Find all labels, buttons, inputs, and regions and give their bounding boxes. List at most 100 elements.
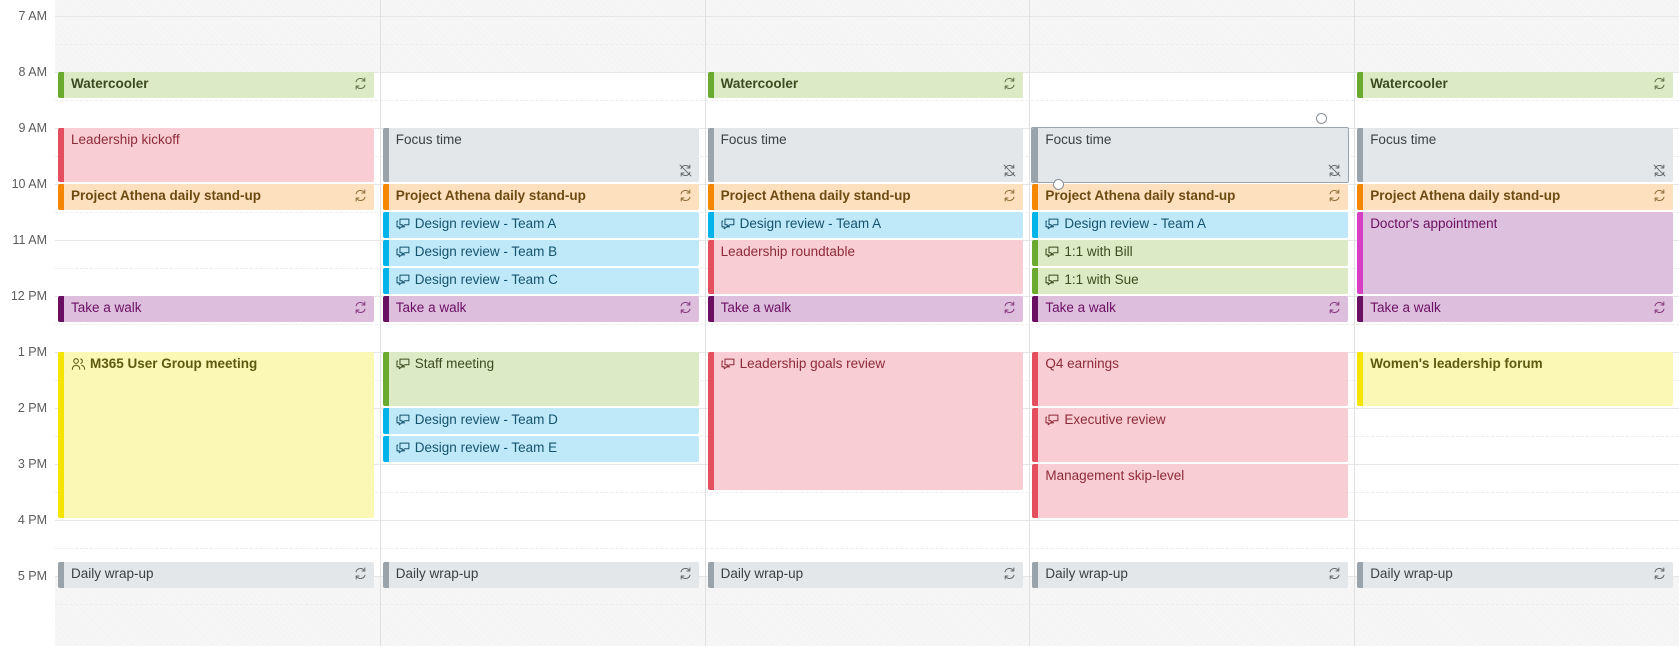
calendar-event[interactable]: Daily wrap-up	[1357, 562, 1673, 588]
event-body[interactable]: Watercooler	[1363, 72, 1673, 98]
calendar-event[interactable]: Leadership goals review	[708, 352, 1024, 490]
event-body[interactable]: Project Athena daily stand-up	[1038, 184, 1348, 210]
event-title-row: Leadership kickoff	[71, 132, 366, 148]
calendar-event[interactable]: Take a walk	[1032, 296, 1348, 322]
event-title: Design review - Team A	[740, 216, 882, 232]
calendar-event[interactable]: Daily wrap-up	[58, 562, 374, 588]
event-body[interactable]: Focus time	[714, 128, 1024, 182]
calendar-event[interactable]: Design review - Team B	[383, 240, 699, 266]
day-column-2[interactable]: Focus time Project Athena daily stand-up…	[380, 0, 705, 646]
event-body[interactable]: Focus time	[1038, 128, 1348, 182]
event-body[interactable]: Women's leadership forum	[1363, 352, 1673, 406]
event-body[interactable]: Take a walk	[1038, 296, 1348, 322]
calendar-event[interactable]: Take a walk	[383, 296, 699, 322]
event-body[interactable]: Daily wrap-up	[714, 562, 1024, 588]
event-body[interactable]: Watercooler	[714, 72, 1024, 98]
event-body[interactable]: Q4 earnings	[1038, 352, 1348, 406]
time-gutter: 7 AM8 AM9 AM10 AM11 AM12 PM1 PM2 PM3 PM4…	[0, 0, 55, 646]
calendar-event[interactable]: Design review - Team E	[383, 436, 699, 462]
calendar-event[interactable]: Executive review	[1032, 408, 1348, 462]
calendar-event[interactable]: Design review - Team C	[383, 268, 699, 294]
calendar-event[interactable]: Project Athena daily stand-up	[383, 184, 699, 210]
calendar-event[interactable]: Project Athena daily stand-up	[1357, 184, 1673, 210]
calendar-event[interactable]: Leadership roundtable	[708, 240, 1024, 294]
event-body[interactable]: Design review - Team A	[389, 212, 699, 238]
calendar-event[interactable]: Take a walk	[708, 296, 1024, 322]
event-body[interactable]: Daily wrap-up	[64, 562, 374, 588]
event-body[interactable]: Doctor's appointment	[1363, 212, 1673, 294]
event-body[interactable]: Leadership kickoff	[64, 128, 374, 182]
calendar-event[interactable]: Focus time	[708, 128, 1024, 182]
event-body[interactable]: Leadership goals review	[714, 352, 1024, 490]
calendar-event[interactable]: Watercooler	[58, 72, 374, 98]
event-body[interactable]: Project Athena daily stand-up	[1363, 184, 1673, 210]
calendar-event[interactable]: Project Athena daily stand-up	[708, 184, 1024, 210]
calendar-event[interactable]: Design review - Team A	[383, 212, 699, 238]
calendar-event[interactable]: Watercooler	[1357, 72, 1673, 98]
recurrence-icon	[1652, 566, 1667, 581]
event-body[interactable]: Executive review	[1038, 408, 1348, 462]
calendar-event[interactable]: Design review - Team A	[1032, 212, 1348, 238]
resize-handle-top[interactable]	[1316, 113, 1327, 124]
event-body[interactable]: Project Athena daily stand-up	[714, 184, 1024, 210]
event-body[interactable]: Design review - Team E	[389, 436, 699, 462]
calendar-event[interactable]: Watercooler	[708, 72, 1024, 98]
calendar-event[interactable]: Women's leadership forum	[1357, 352, 1673, 406]
event-body[interactable]: Project Athena daily stand-up	[389, 184, 699, 210]
event-title: Design review - Team A	[1064, 216, 1206, 232]
event-body[interactable]: Focus time	[1363, 128, 1673, 182]
event-body[interactable]: Project Athena daily stand-up	[64, 184, 374, 210]
event-body[interactable]: Staff meeting	[389, 352, 699, 406]
event-body[interactable]: Take a walk	[714, 296, 1024, 322]
recurrence-icon	[678, 566, 693, 581]
calendar-event[interactable]: 1:1 with Bill	[1032, 240, 1348, 266]
calendar-event[interactable]: Leadership kickoff	[58, 128, 374, 182]
calendar-event[interactable]: Doctor's appointment	[1357, 212, 1673, 294]
event-body[interactable]: Daily wrap-up	[389, 562, 699, 588]
event-body[interactable]: Daily wrap-up	[1038, 562, 1348, 588]
event-body[interactable]: Design review - Team C	[389, 268, 699, 294]
event-body[interactable]: Focus time	[389, 128, 699, 182]
calendar-event[interactable]: Design review - Team D	[383, 408, 699, 434]
event-body[interactable]: 1:1 with Bill	[1038, 240, 1348, 266]
calendar-event[interactable]: Focus time	[1357, 128, 1673, 182]
calendar-event[interactable]: M365 User Group meeting	[58, 352, 374, 518]
day-column-4[interactable]: Focus time Project Athena daily stand-up…	[1029, 0, 1354, 646]
event-body[interactable]: 1:1 with Sue	[1038, 268, 1348, 294]
event-body[interactable]: Design review - Team D	[389, 408, 699, 434]
calendar-event[interactable]: Daily wrap-up	[1032, 562, 1348, 588]
event-body[interactable]: Design review - Team A	[1038, 212, 1348, 238]
event-body[interactable]: Management skip-level	[1038, 464, 1348, 518]
event-title: Leadership goals review	[740, 356, 886, 372]
calendar-event[interactable]: Project Athena daily stand-up	[58, 184, 374, 210]
calendar-event[interactable]: Focus time	[383, 128, 699, 182]
event-body[interactable]: Take a walk	[1363, 296, 1673, 322]
event-body[interactable]: Design review - Team B	[389, 240, 699, 266]
calendar-event[interactable]: Management skip-level	[1032, 464, 1348, 518]
calendar-event[interactable]: Project Athena daily stand-up	[1032, 184, 1348, 210]
day-column-1[interactable]: Watercooler Leadership kickoff Project At…	[55, 0, 380, 646]
event-body[interactable]: Leadership roundtable	[714, 240, 1024, 294]
event-body[interactable]: Watercooler	[64, 72, 374, 98]
calendar-day-area[interactable]: Watercooler Leadership kickoff Project At…	[55, 0, 1679, 646]
event-body[interactable]: M365 User Group meeting	[64, 352, 374, 518]
day-column-3[interactable]: Watercooler Focus time Project Athena da…	[705, 0, 1030, 646]
calendar-event[interactable]: Q4 earnings	[1032, 352, 1348, 406]
calendar-event[interactable]: Take a walk	[58, 296, 374, 322]
event-title-row: Daily wrap-up	[396, 566, 691, 582]
calendar-event[interactable]: Take a walk	[1357, 296, 1673, 322]
calendar-event[interactable]: Focus time	[1032, 128, 1348, 182]
calendar-event[interactable]: Daily wrap-up	[708, 562, 1024, 588]
teams-meeting-icon	[396, 358, 411, 371]
calendar-event[interactable]: Staff meeting	[383, 352, 699, 406]
calendar-event[interactable]: Design review - Team A	[708, 212, 1024, 238]
event-body[interactable]: Design review - Team A	[714, 212, 1024, 238]
calendar-grid[interactable]: Watercooler Leadership kickoff Project At…	[0, 0, 1679, 646]
event-body[interactable]: Take a walk	[389, 296, 699, 322]
day-column-5[interactable]: Watercooler Focus time Project Athena da…	[1354, 0, 1679, 646]
people-icon	[71, 357, 86, 371]
calendar-event[interactable]: Daily wrap-up	[383, 562, 699, 588]
event-body[interactable]: Take a walk	[64, 296, 374, 322]
calendar-event[interactable]: 1:1 with Sue	[1032, 268, 1348, 294]
event-body[interactable]: Daily wrap-up	[1363, 562, 1673, 588]
